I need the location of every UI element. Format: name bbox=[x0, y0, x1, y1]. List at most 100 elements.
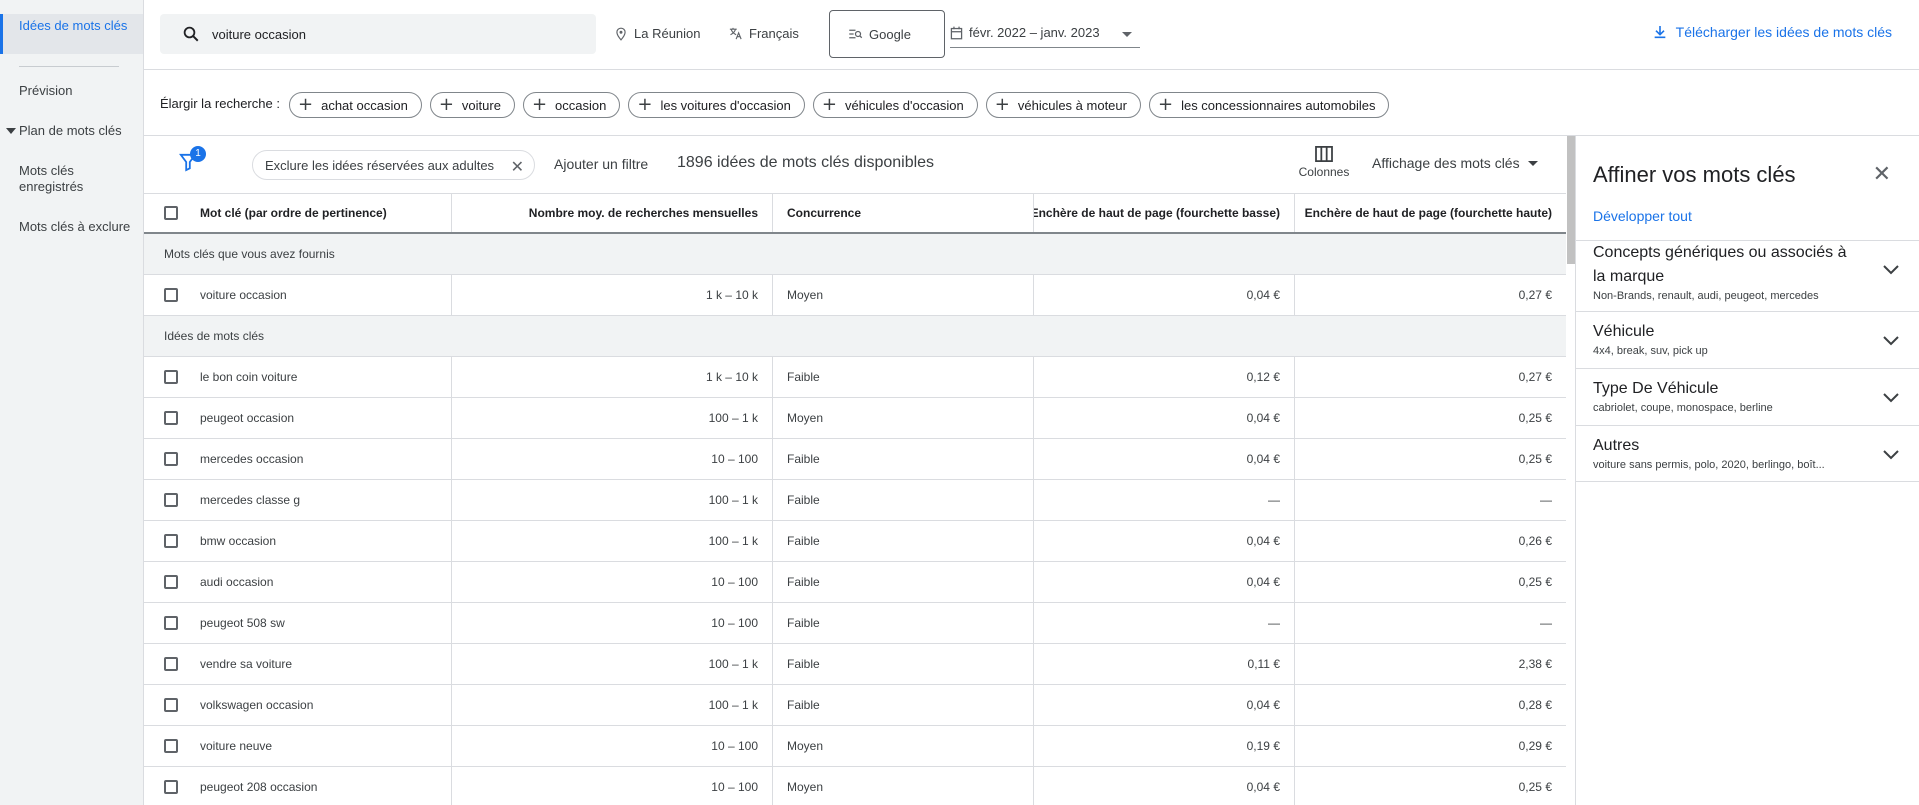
broaden-chip[interactable]: + achat occasion bbox=[289, 92, 422, 118]
date-range-selector[interactable]: févr. 2022 – janv. 2023 bbox=[950, 18, 1140, 48]
cell-competition: Moyen bbox=[773, 767, 1034, 805]
sidebar-item-forecast[interactable]: Prévision bbox=[0, 83, 143, 99]
columns-button[interactable]: Colonnes bbox=[1294, 146, 1354, 179]
close-icon[interactable]: ✕ bbox=[1873, 162, 1891, 187]
cell-keyword: peugeot occasion bbox=[144, 398, 452, 438]
keyword-view-selector[interactable]: Affichage des mots clés bbox=[1372, 155, 1538, 171]
cell-low-bid-text: 0,12 € bbox=[1246, 370, 1280, 384]
row-checkbox[interactable] bbox=[164, 739, 178, 753]
cell-high-bid: — bbox=[1295, 603, 1566, 643]
refine-group-vehicle[interactable]: Véhicule 4x4, break, suv, pick up bbox=[1576, 311, 1919, 368]
row-checkbox[interactable] bbox=[164, 657, 178, 671]
search-input[interactable] bbox=[212, 14, 582, 54]
cell-low-bid-text: 0,19 € bbox=[1246, 739, 1280, 753]
row-checkbox[interactable] bbox=[164, 534, 178, 548]
cell-low-bid-text: — bbox=[1268, 616, 1280, 630]
chevron-down-icon bbox=[1883, 265, 1899, 275]
cell-high-bid: 0,25 € bbox=[1295, 767, 1566, 805]
download-label: Télécharger les idées de mots clés bbox=[1675, 24, 1892, 40]
table-row[interactable]: vendre sa voiture 100 – 1 k Faible 0,11 € 2,… bbox=[144, 644, 1566, 685]
row-checkbox[interactable] bbox=[164, 616, 178, 630]
add-filter-button[interactable]: Ajouter un filtre bbox=[554, 156, 648, 172]
cell-low-bid: 0,04 € bbox=[1034, 685, 1295, 725]
cell-high-bid: 0,27 € bbox=[1295, 357, 1566, 397]
sidebar-item-saved-keywords[interactable]: Mots clés enregistrés bbox=[0, 163, 143, 195]
table-row[interactable]: bmw occasion 100 – 1 k Faible 0,04 € 0,26 € bbox=[144, 521, 1566, 562]
cell-high-bid-text: — bbox=[1540, 616, 1552, 630]
sidebar-item-label: Mots clés enregistrés bbox=[19, 163, 84, 194]
cell-keyword: voiture neuve bbox=[144, 726, 452, 766]
refine-group-vehicle-type[interactable]: Type De Véhicule cabriolet, coupe, monos… bbox=[1576, 368, 1919, 425]
cell-searches: 100 – 1 k bbox=[452, 521, 773, 561]
row-checkbox[interactable] bbox=[164, 452, 178, 466]
broaden-chip[interactable]: + les concessionnaires automobiles bbox=[1148, 92, 1390, 118]
table-row[interactable]: mercedes occasion 10 – 100 Faible 0,04 € 0,2… bbox=[144, 439, 1566, 480]
sidebar-item-keyword-ideas[interactable]: Idées de mots clés bbox=[0, 14, 143, 54]
cell-searches-text: 10 – 100 bbox=[711, 616, 758, 630]
plus-icon: + bbox=[1157, 94, 1174, 115]
row-checkbox[interactable] bbox=[164, 370, 178, 384]
group-title: Véhicule bbox=[1593, 323, 1655, 340]
translate-icon bbox=[729, 27, 742, 40]
keyword-table: Mot clé (par ordre de pertinence) Nombre… bbox=[144, 194, 1566, 805]
sidebar-item-keyword-plan[interactable]: Plan de mots clés bbox=[0, 123, 143, 139]
cell-keyword: peugeot 508 sw bbox=[144, 603, 452, 643]
broaden-chips: + achat occasion + voiture + occasion + les voi… bbox=[289, 92, 1390, 118]
header-label: Concurrence bbox=[787, 206, 862, 220]
sidebar-item-label: Idées de mots clés bbox=[19, 18, 128, 33]
table-row[interactable]: voiture occasion 1 k – 10 k Moyen 0,04 € 0,2… bbox=[144, 275, 1566, 316]
table-row[interactable]: audi occasion 10 – 100 Faible 0,04 € 0,25 € bbox=[144, 562, 1566, 603]
table-row[interactable]: peugeot occasion 100 – 1 k Moyen 0,04 € 0,25… bbox=[144, 398, 1566, 439]
cell-competition: Faible bbox=[773, 644, 1034, 684]
header-low-bid[interactable]: Enchère de haut de page (fourchette bass… bbox=[1034, 194, 1295, 232]
cell-keyword: bmw occasion bbox=[144, 521, 452, 561]
cell-competition-text: Faible bbox=[787, 616, 820, 630]
refine-group-others[interactable]: Autres voiture sans permis, polo, 2020, … bbox=[1576, 425, 1919, 482]
cell-low-bid: — bbox=[1034, 603, 1295, 643]
cell-competition-text: Faible bbox=[787, 698, 820, 712]
table-scrollbar[interactable] bbox=[1567, 136, 1575, 264]
language-selector[interactable]: Français bbox=[728, 26, 799, 41]
header-competition[interactable]: Concurrence bbox=[773, 194, 1034, 232]
broaden-chip[interactable]: + voiture bbox=[429, 92, 515, 118]
cell-searches: 1 k – 10 k bbox=[452, 275, 773, 315]
table-row[interactable]: peugeot 508 sw 10 – 100 Faible — — bbox=[144, 603, 1566, 644]
cell-low-bid: — bbox=[1034, 480, 1295, 520]
download-button[interactable]: Télécharger les idées de mots clés bbox=[1652, 24, 1892, 40]
row-checkbox[interactable] bbox=[164, 698, 178, 712]
select-all-checkbox[interactable] bbox=[164, 206, 178, 220]
table-row[interactable]: mercedes classe g 100 – 1 k Faible — — bbox=[144, 480, 1566, 521]
table-row[interactable]: voiture neuve 10 – 100 Moyen 0,19 € 0,29 € bbox=[144, 726, 1566, 767]
network-selector[interactable]: Google bbox=[829, 10, 945, 58]
close-icon[interactable]: ✕ bbox=[511, 157, 524, 176]
broaden-chip[interactable]: + les voitures d'occasion bbox=[628, 92, 805, 118]
header-keyword[interactable]: Mot clé (par ordre de pertinence) bbox=[144, 194, 452, 232]
row-checkbox[interactable] bbox=[164, 493, 178, 507]
cell-competition-text: Moyen bbox=[787, 288, 824, 302]
table-row[interactable]: le bon coin voiture 1 k – 10 k Faible 0,12 … bbox=[144, 357, 1566, 398]
header-label: Enchère de haut de page (fourchette haut… bbox=[1304, 206, 1552, 220]
header-high-bid[interactable]: Enchère de haut de page (fourchette haut… bbox=[1295, 194, 1566, 232]
header-searches[interactable]: Nombre moy. de recherches mensuelles bbox=[452, 194, 773, 232]
broaden-chip[interactable]: + occasion bbox=[522, 92, 621, 118]
chip-label: occasion bbox=[555, 97, 607, 113]
table-row[interactable]: peugeot 208 occasion 10 – 100 Moyen 0,04 € 0… bbox=[144, 767, 1566, 805]
cell-low-bid-text: 0,04 € bbox=[1246, 575, 1280, 589]
broaden-chip[interactable]: + véhicules à moteur bbox=[985, 92, 1141, 118]
cell-keyword: mercedes classe g bbox=[144, 480, 452, 520]
refine-group-brands[interactable]: Concepts génériques ou associés à la mar… bbox=[1576, 240, 1919, 311]
section-label: Mots clés que vous avez fournis bbox=[164, 247, 335, 261]
broaden-chip[interactable]: + véhicules d'occasion bbox=[812, 92, 978, 118]
adult-filter-chip[interactable]: Exclure les idées réservées aux adultes … bbox=[252, 150, 536, 180]
cell-high-bid-text: 0,27 € bbox=[1518, 370, 1552, 384]
table-row[interactable]: volkswagen occasion 100 – 1 k Faible 0,04 €… bbox=[144, 685, 1566, 726]
row-checkbox[interactable] bbox=[164, 575, 178, 589]
cell-competition: Moyen bbox=[773, 275, 1034, 315]
row-checkbox[interactable] bbox=[164, 780, 178, 794]
row-checkbox[interactable] bbox=[164, 411, 178, 425]
sidebar-item-negative-keywords[interactable]: Mots clés à exclure bbox=[0, 219, 143, 235]
row-checkbox[interactable] bbox=[164, 288, 178, 302]
chip-label: les concessionnaires automobiles bbox=[1181, 97, 1376, 113]
expand-all-link[interactable]: Développer tout bbox=[1593, 208, 1692, 224]
location-selector[interactable]: La Réunion bbox=[614, 26, 701, 41]
